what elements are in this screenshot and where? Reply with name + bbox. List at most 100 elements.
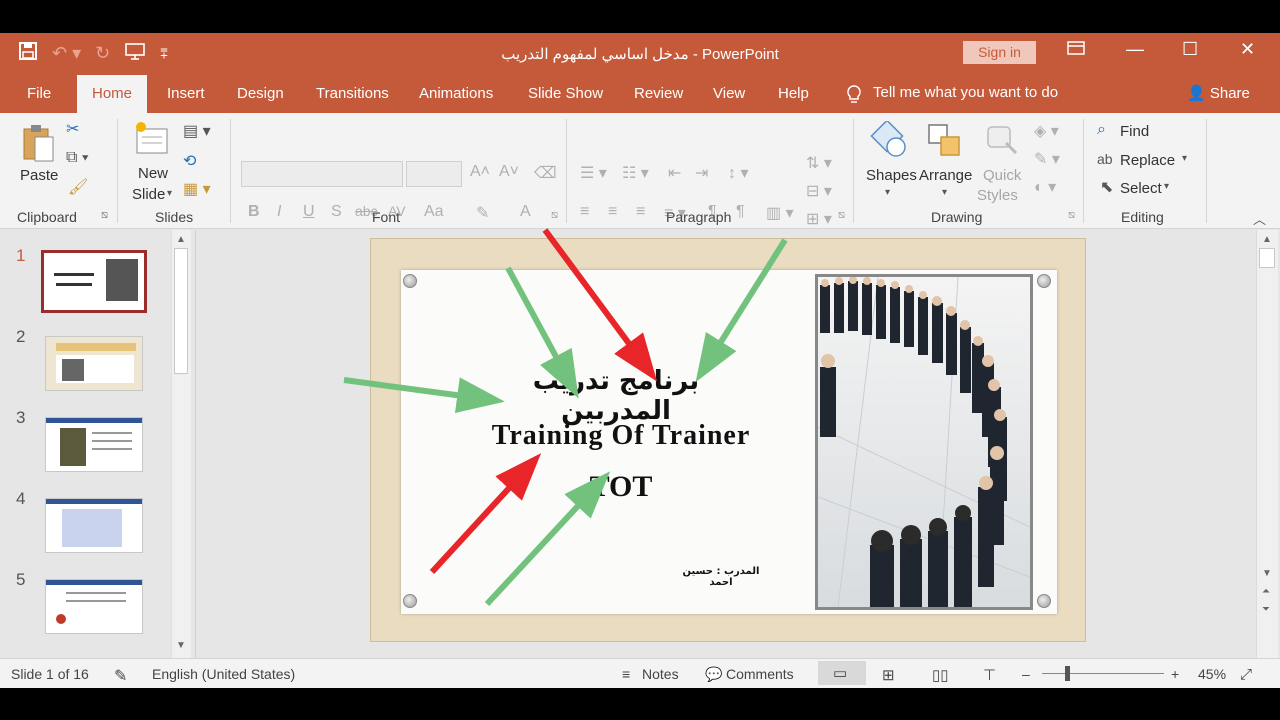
copy-icon[interactable]: ⧉ ▾ (66, 149, 89, 167)
rtl-icon[interactable]: ¶ (736, 203, 745, 221)
layout-icon[interactable]: ▤ ▾ (183, 121, 211, 141)
next-slide-icon[interactable]: ⏷ (1262, 604, 1270, 615)
slide-canvas[interactable]: برنامج تدريب المدربين Training Of Traine… (370, 238, 1086, 642)
arrange-dropdown-icon[interactable]: ▾ (942, 187, 947, 198)
quick-styles-label-2[interactable]: Styles (977, 187, 1018, 204)
paste-icon[interactable] (20, 123, 58, 168)
tab-animations[interactable]: Animations (419, 85, 493, 102)
paste-button[interactable]: Paste (20, 167, 58, 184)
clipboard-launcher-icon[interactable]: ⧅ (101, 209, 108, 222)
highlight-icon[interactable]: ✎ (476, 203, 489, 223)
change-case-button[interactable]: Aa (424, 203, 444, 221)
increase-indent-icon[interactable]: ⇥ (695, 163, 708, 183)
tab-view[interactable]: View (713, 85, 745, 102)
tab-review[interactable]: Review (634, 85, 683, 102)
tab-home[interactable]: Home (77, 75, 148, 113)
font-color-button[interactable]: A (520, 203, 531, 221)
thumbnail-slide-3[interactable] (45, 417, 143, 472)
zoom-in-button[interactable]: + (1171, 666, 1179, 682)
shadow-button[interactable]: S (331, 203, 342, 221)
section-icon[interactable]: ▦ ▾ (183, 179, 211, 199)
notes-button[interactable]: Notes (642, 666, 679, 682)
find-icon[interactable]: ⌕ (1097, 121, 1106, 139)
drawing-launcher-icon[interactable]: ⧅ (1068, 209, 1075, 222)
quick-styles-icon[interactable] (984, 121, 1024, 166)
tab-design[interactable]: Design (237, 85, 284, 102)
slideshow-view-icon[interactable]: ⊤ (983, 666, 996, 684)
scroll-up-icon[interactable]: ▲ (1262, 234, 1272, 245)
zoom-slider-handle[interactable] (1065, 666, 1070, 681)
italic-button[interactable]: I (277, 203, 281, 221)
replace-icon[interactable]: ab (1097, 151, 1113, 167)
align-text-icon[interactable]: ⊟ ▾ (806, 181, 832, 201)
select-button[interactable]: Select (1120, 180, 1162, 197)
thumbnail-slide-1[interactable] (41, 250, 147, 313)
bold-button[interactable]: B (248, 203, 260, 221)
tab-transitions[interactable]: Transitions (316, 85, 389, 102)
replace-button[interactable]: Replace (1120, 152, 1175, 169)
columns-icon[interactable]: ▥ ▾ (766, 203, 794, 223)
scroll-down-icon[interactable]: ▼ (1262, 568, 1272, 579)
thumbnail-slide-2[interactable] (45, 336, 143, 391)
smartart-icon[interactable]: ⊞ ▾ (806, 209, 832, 229)
minimize-icon[interactable]: — (1126, 39, 1144, 60)
font-size-combo[interactable] (406, 161, 462, 187)
collapse-ribbon-icon[interactable]: ︿ (1253, 209, 1266, 228)
text-direction-icon[interactable]: ⇅ ▾ (806, 153, 832, 173)
sign-in-button[interactable]: Sign in (963, 41, 1036, 64)
paragraph-launcher-icon[interactable]: ⧅ (838, 209, 845, 222)
new-slide-icon[interactable] (133, 121, 173, 162)
reading-view-icon[interactable]: ▯▯ (932, 666, 949, 684)
scroll-down-icon[interactable]: ▼ (176, 640, 186, 651)
zoom-slider-track[interactable] (1042, 673, 1164, 674)
underline-button[interactable]: U (303, 203, 315, 221)
font-name-combo[interactable] (241, 161, 403, 187)
shape-outline-icon[interactable]: ✎ ▾ (1034, 149, 1060, 169)
thumbnail-slide-4[interactable] (45, 498, 143, 553)
trainer-name[interactable]: المدرب : حسين احمد (671, 566, 771, 588)
business-people-photo[interactable] (815, 274, 1033, 610)
close-icon[interactable]: ✕ (1240, 39, 1255, 60)
notes-icon[interactable]: ≡ (622, 666, 630, 682)
arrange-icon[interactable] (926, 121, 964, 166)
comments-button[interactable]: Comments (726, 666, 794, 682)
increase-font-icon[interactable]: A˄ (470, 163, 490, 181)
zoom-level[interactable]: 45% (1198, 666, 1226, 682)
scroll-thumb[interactable] (1259, 248, 1275, 268)
slide-scrollbar[interactable]: ▲ ▼ ⏶ ⏷ (1256, 230, 1278, 658)
select-dropdown-icon[interactable]: ▾ (1164, 181, 1169, 192)
tab-file[interactable]: File (27, 85, 51, 102)
maximize-icon[interactable]: ☐ (1182, 39, 1198, 60)
align-center-icon[interactable]: ≡ (608, 203, 617, 221)
select-pointer-icon[interactable]: ⬉ (1100, 177, 1113, 197)
tab-slide-show[interactable]: Slide Show (528, 85, 603, 102)
shape-fill-icon[interactable]: ◈ ▾ (1034, 121, 1059, 141)
decrease-font-icon[interactable]: A˅ (499, 163, 519, 181)
decrease-indent-icon[interactable]: ⇤ (668, 163, 681, 183)
slide-sorter-icon[interactable]: ⊞ (882, 666, 895, 684)
share-button[interactable]: 👤 Share (1187, 84, 1250, 102)
tab-insert[interactable]: Insert (167, 85, 205, 102)
ribbon-display-options-icon[interactable] (1066, 39, 1086, 62)
numbering-icon[interactable]: ☷ ▾ (622, 163, 649, 183)
new-slide-label-2[interactable]: Slide (132, 186, 165, 203)
format-painter-icon[interactable]: 🖌 (68, 177, 88, 197)
zoom-out-button[interactable]: – (1022, 666, 1030, 682)
arrange-button[interactable]: Arrange (919, 167, 972, 184)
tot-text[interactable]: TOT (551, 470, 691, 504)
shapes-dropdown-icon[interactable]: ▾ (885, 187, 890, 198)
font-launcher-icon[interactable]: ⧅ (551, 209, 558, 222)
arabic-title[interactable]: برنامج تدريب المدربين (481, 366, 751, 426)
cut-icon[interactable]: ✂ (66, 119, 79, 139)
scroll-up-icon[interactable]: ▲ (176, 234, 186, 245)
shape-effects-icon[interactable]: ◐ ▾ (1034, 177, 1056, 197)
fit-to-window-icon[interactable]: ⤢ (1240, 666, 1252, 683)
line-spacing-icon[interactable]: ↕ ▾ (728, 163, 748, 183)
thumbnail-slide-5[interactable] (45, 579, 143, 634)
new-slide-dropdown-icon[interactable]: ▾ (167, 188, 172, 199)
find-button[interactable]: Find (1120, 123, 1149, 140)
previous-slide-icon[interactable]: ⏶ (1262, 586, 1270, 597)
new-slide-label-1[interactable]: New (138, 165, 168, 182)
reset-icon[interactable]: ⟲ (183, 151, 196, 171)
comments-icon[interactable]: 💬 (705, 666, 722, 683)
